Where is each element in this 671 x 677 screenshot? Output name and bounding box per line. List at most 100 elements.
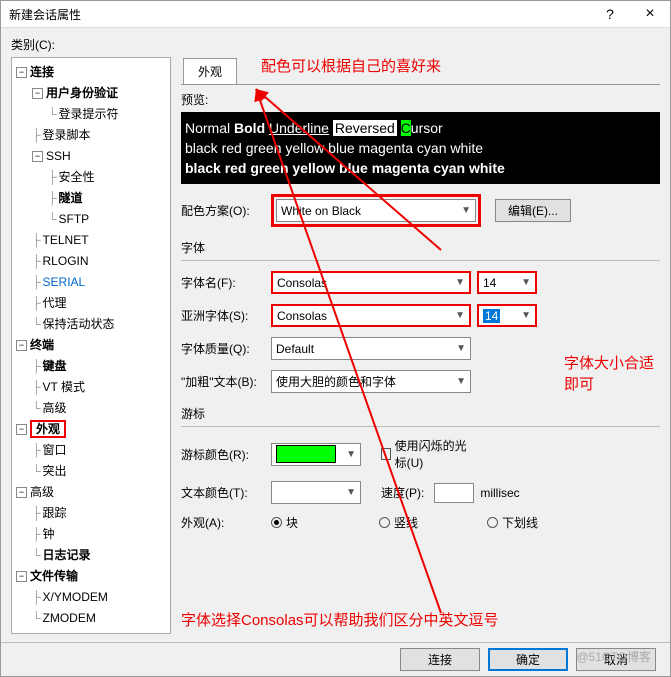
connect-button[interactable]: 连接 bbox=[400, 648, 480, 671]
expand-icon[interactable]: − bbox=[16, 487, 27, 498]
chevron-down-icon: ▼ bbox=[346, 449, 356, 460]
scheme-value: White on Black bbox=[281, 204, 361, 218]
chevron-down-icon: ▼ bbox=[455, 277, 465, 288]
tree-serial[interactable]: SERIAL bbox=[43, 275, 86, 289]
footer: 连接 确定 取消 bbox=[1, 642, 670, 676]
expand-icon[interactable]: − bbox=[32, 88, 43, 99]
expand-icon[interactable]: − bbox=[16, 424, 27, 435]
tree-sftp[interactable]: SFTP bbox=[59, 212, 90, 226]
tree-terminal[interactable]: 终端 bbox=[30, 338, 54, 352]
preview-cursor-rest: ursor bbox=[411, 120, 443, 136]
font-bold-select[interactable]: 使用大胆的颜色和字体 ▼ bbox=[271, 370, 471, 393]
font-name-label: 字体名(F): bbox=[181, 274, 271, 291]
tree-connection[interactable]: 连接 bbox=[30, 65, 54, 79]
session-properties-dialog: 新建会话属性 ? × 类别(C): −连接 −用户身份验证 └登录提示符 ├登录 bbox=[0, 0, 671, 677]
font-quality-select[interactable]: Default ▼ bbox=[271, 337, 471, 360]
text-color-label: 文本颜色(T): bbox=[181, 484, 271, 501]
font-name-value: Consolas bbox=[277, 276, 327, 290]
asian-font-size-value: 14 bbox=[483, 309, 500, 323]
close-button[interactable]: × bbox=[630, 1, 670, 27]
asian-font-size-select[interactable]: 14 ▼ bbox=[477, 304, 537, 327]
speed-unit: millisec bbox=[480, 486, 519, 500]
tree-telnet[interactable]: TELNET bbox=[43, 233, 89, 247]
titlebar-buttons: ? × bbox=[590, 1, 670, 27]
cursor-section-label: 游标 bbox=[181, 405, 660, 422]
text-color-swatch bbox=[276, 484, 336, 502]
tree-window[interactable]: 窗口 bbox=[43, 443, 67, 457]
tree-proxy[interactable]: 代理 bbox=[43, 296, 67, 310]
font-size-select[interactable]: 14 ▼ bbox=[477, 271, 537, 294]
font-bold-value: 使用大胆的颜色和字体 bbox=[276, 373, 396, 390]
tree-logging[interactable]: 日志记录 bbox=[43, 548, 91, 562]
annotation-top: 配色可以根据自己的喜好来 bbox=[261, 55, 441, 76]
font-quality-row: 字体质量(Q): Default ▼ bbox=[181, 337, 660, 360]
cursor-color-select[interactable]: ▼ bbox=[271, 443, 361, 466]
scheme-row: 配色方案(O): White on Black ▼ 编辑(E)... bbox=[181, 194, 660, 227]
font-name-select[interactable]: Consolas ▼ bbox=[271, 271, 471, 294]
preview-bold: Bold bbox=[234, 120, 265, 136]
shape-underline-radio[interactable]: 下划线 bbox=[487, 514, 577, 531]
tree-security[interactable]: 安全性 bbox=[59, 170, 95, 184]
main-area: −连接 −用户身份验证 └登录提示符 ├登录脚本 −SSH ├安全性 ├隧道 bbox=[11, 57, 660, 634]
speed-input[interactable] bbox=[434, 483, 474, 503]
expand-icon[interactable]: − bbox=[32, 151, 43, 162]
asian-font-select[interactable]: Consolas ▼ bbox=[271, 304, 471, 327]
preview-colors-bold: black red green yellow blue magenta cyan… bbox=[185, 158, 656, 178]
cursor-color-row: 游标颜色(R): ▼ 使用闪烁的光标(U) bbox=[181, 437, 660, 471]
tree-loginscript[interactable]: 登录脚本 bbox=[43, 128, 91, 142]
cancel-button[interactable]: 取消 bbox=[576, 648, 656, 671]
preview-label: 预览: bbox=[181, 91, 660, 108]
right-panel: 外观 配色可以根据自己的喜好来 预览: Normal Bold Underlin… bbox=[181, 57, 660, 634]
tree-rlogin[interactable]: RLOGIN bbox=[43, 254, 89, 268]
preview-underline: Underline bbox=[269, 120, 329, 136]
tab-appearance[interactable]: 外观 bbox=[183, 58, 237, 84]
tree-advanced2[interactable]: 高级 bbox=[30, 485, 54, 499]
tree-userauth[interactable]: 用户身份验证 bbox=[46, 86, 118, 100]
asian-font-value: Consolas bbox=[277, 309, 327, 323]
cursor-shape-label: 外观(A): bbox=[181, 514, 271, 531]
tree-ssh[interactable]: SSH bbox=[46, 149, 71, 163]
chevron-down-icon: ▼ bbox=[521, 277, 531, 288]
tree-bell[interactable]: 钟 bbox=[43, 527, 55, 541]
chevron-down-icon: ▼ bbox=[455, 310, 465, 321]
checkbox-icon bbox=[381, 448, 391, 460]
tree-vtmode[interactable]: VT 模式 bbox=[43, 380, 85, 394]
speed-label: 速度(P): bbox=[381, 484, 424, 501]
radio-icon bbox=[271, 517, 282, 528]
tree-highlight[interactable]: 突出 bbox=[43, 464, 67, 478]
asian-font-row: 亚洲字体(S): Consolas ▼ 14 ▼ bbox=[181, 304, 660, 327]
text-color-row: 文本颜色(T): ▼ 速度(P): millisec bbox=[181, 481, 660, 504]
expand-icon[interactable]: − bbox=[16, 340, 27, 351]
shape-block-radio[interactable]: 块 bbox=[271, 514, 361, 531]
color-scheme-select[interactable]: White on Black ▼ bbox=[276, 199, 476, 222]
ok-button[interactable]: 确定 bbox=[488, 648, 568, 671]
tree-appearance[interactable]: 外观 bbox=[30, 420, 66, 438]
text-color-select[interactable]: ▼ bbox=[271, 481, 361, 504]
help-button[interactable]: ? bbox=[590, 1, 630, 27]
use-blink-label: 使用闪烁的光标(U) bbox=[395, 437, 471, 471]
radio-icon bbox=[487, 517, 498, 528]
scheme-highlight: White on Black ▼ bbox=[271, 194, 481, 227]
tree-loginprompt[interactable]: 登录提示符 bbox=[59, 107, 119, 121]
cursor-shape-row: 外观(A): 块 竖线 下划线 bbox=[181, 514, 660, 531]
tree-advanced1[interactable]: 高级 bbox=[43, 401, 67, 415]
tree-filetransfer[interactable]: 文件传输 bbox=[30, 569, 78, 583]
tree-tunnel[interactable]: 隧道 bbox=[59, 191, 83, 205]
tree-keepalive[interactable]: 保持活动状态 bbox=[43, 317, 115, 331]
category-tree[interactable]: −连接 −用户身份验证 └登录提示符 ├登录脚本 −SSH ├安全性 ├隧道 bbox=[11, 57, 171, 634]
expand-icon[interactable]: − bbox=[16, 67, 27, 78]
preview-normal: Normal bbox=[185, 120, 230, 136]
tree-trace[interactable]: 跟踪 bbox=[43, 506, 67, 520]
tree-keyboard[interactable]: 键盘 bbox=[43, 359, 67, 373]
font-quality-value: Default bbox=[276, 342, 314, 356]
font-name-row: 字体名(F): Consolas ▼ 14 ▼ bbox=[181, 271, 660, 294]
use-blink-checkbox[interactable]: 使用闪烁的光标(U) bbox=[381, 437, 471, 471]
cursor-color-swatch bbox=[276, 445, 336, 463]
edit-scheme-button[interactable]: 编辑(E)... bbox=[495, 199, 571, 222]
expand-icon[interactable]: − bbox=[16, 571, 27, 582]
tree-xymodem[interactable]: X/YMODEM bbox=[43, 590, 108, 604]
chevron-down-icon: ▼ bbox=[346, 487, 356, 498]
font-size-value: 14 bbox=[483, 276, 496, 290]
tree-zmodem[interactable]: ZMODEM bbox=[43, 611, 96, 625]
shape-vertical-radio[interactable]: 竖线 bbox=[379, 514, 469, 531]
